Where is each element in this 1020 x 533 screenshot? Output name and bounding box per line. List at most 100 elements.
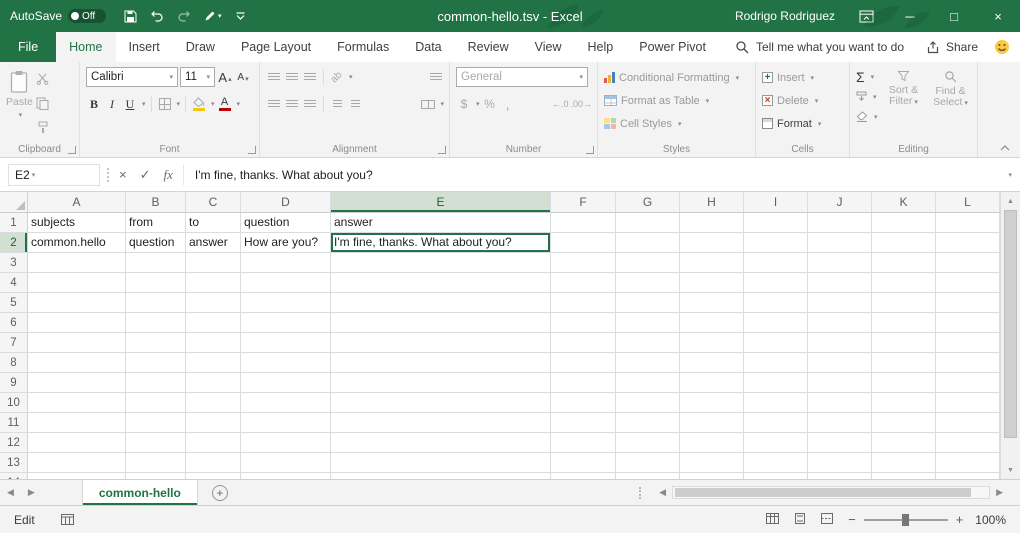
cell-A5[interactable] [28, 293, 126, 313]
next-sheet-button[interactable]: ▶ [21, 480, 42, 505]
cell-J10[interactable] [808, 393, 872, 413]
cell-F3[interactable] [551, 253, 616, 273]
cell-F13[interactable] [551, 453, 616, 473]
align-top-button[interactable] [266, 67, 282, 87]
cell-C10[interactable] [186, 393, 241, 413]
cell-E5[interactable] [331, 293, 551, 313]
column-header-J[interactable]: J [808, 192, 872, 212]
cell-H7[interactable] [680, 333, 744, 353]
cell-I3[interactable] [744, 253, 808, 273]
wrap-text-button[interactable] [428, 67, 444, 87]
row-header-5[interactable]: 5 [0, 293, 28, 313]
cell-I1[interactable] [744, 213, 808, 233]
cell-I5[interactable] [744, 293, 808, 313]
cell-B13[interactable] [126, 453, 186, 473]
cell-G7[interactable] [616, 333, 680, 353]
accounting-dropdown-icon[interactable] [474, 100, 480, 108]
fill-button[interactable] [856, 87, 878, 106]
cell-B12[interactable] [126, 433, 186, 453]
cell-D8[interactable] [241, 353, 331, 373]
cell-K5[interactable] [872, 293, 936, 313]
row-header-3[interactable]: 3 [0, 253, 28, 273]
scroll-left-icon[interactable]: ◀ [656, 487, 669, 498]
cell-F4[interactable] [551, 273, 616, 293]
orientation-button[interactable]: ab [329, 67, 345, 87]
customize-qat-button[interactable] [235, 12, 246, 21]
cell-A3[interactable] [28, 253, 126, 273]
zoom-slider-thumb[interactable] [902, 514, 909, 526]
vertical-scrollbar[interactable]: ▲ ▼ [1000, 192, 1020, 479]
cell-H11[interactable] [680, 413, 744, 433]
column-header-D[interactable]: D [241, 192, 331, 212]
tab-file[interactable]: File [0, 32, 56, 62]
cell-H3[interactable] [680, 253, 744, 273]
zoom-in-button[interactable]: + [956, 512, 964, 527]
fill-color-button[interactable] [191, 94, 207, 114]
align-bottom-button[interactable] [302, 67, 318, 87]
tab-data[interactable]: Data [402, 32, 454, 62]
row-header-12[interactable]: 12 [0, 433, 28, 453]
cell-I7[interactable] [744, 333, 808, 353]
accounting-format-button[interactable]: $ [456, 94, 472, 114]
cell-I6[interactable] [744, 313, 808, 333]
cell-E10[interactable] [331, 393, 551, 413]
cell-E8[interactable] [331, 353, 551, 373]
sort-filter-button[interactable]: Sort &Filter [883, 67, 925, 108]
format-cells-button[interactable]: Format [762, 113, 844, 134]
macro-record-button[interactable] [61, 514, 74, 525]
cell-F2[interactable] [551, 233, 616, 253]
zoom-level[interactable]: 100% [975, 513, 1006, 527]
cell-E7[interactable] [331, 333, 551, 353]
cell-C2[interactable]: answer [186, 233, 241, 253]
autosum-button[interactable]: Σ [856, 67, 878, 86]
cell-I4[interactable] [744, 273, 808, 293]
cell-F6[interactable] [551, 313, 616, 333]
insert-function-button[interactable]: fx [161, 167, 176, 183]
column-header-K[interactable]: K [872, 192, 936, 212]
cell-L4[interactable] [936, 273, 1000, 293]
user-name[interactable]: Rodrigo Rodriguez [735, 9, 835, 23]
number-dialog-launcher-icon[interactable] [586, 146, 594, 154]
fill-color-dropdown-icon[interactable] [209, 100, 215, 108]
zoom-slider[interactable] [864, 519, 948, 521]
cell-J8[interactable] [808, 353, 872, 373]
font-dialog-launcher-icon[interactable] [248, 146, 256, 154]
cell-C5[interactable] [186, 293, 241, 313]
cell-B7[interactable] [126, 333, 186, 353]
cell-I2[interactable] [744, 233, 808, 253]
cell-H9[interactable] [680, 373, 744, 393]
cell-F8[interactable] [551, 353, 616, 373]
tell-me-box[interactable]: Tell me what you want to do [735, 32, 904, 62]
new-sheet-button[interactable]: + [212, 485, 228, 501]
select-all-button[interactable] [0, 192, 28, 212]
cell-D5[interactable] [241, 293, 331, 313]
cell-I8[interactable] [744, 353, 808, 373]
cancel-button[interactable]: × [116, 167, 130, 182]
cell-B10[interactable] [126, 393, 186, 413]
tab-insert[interactable]: Insert [116, 32, 173, 62]
cell-D10[interactable] [241, 393, 331, 413]
align-center-button[interactable] [284, 94, 300, 114]
cell-H5[interactable] [680, 293, 744, 313]
page-layout-view-button[interactable] [794, 513, 806, 527]
previous-sheet-button[interactable]: ◀ [0, 480, 21, 505]
maximize-button[interactable]: □ [932, 0, 976, 32]
cell-J1[interactable] [808, 213, 872, 233]
formula-input[interactable]: I'm fine, thanks. What about you? [191, 168, 1000, 182]
tab-review[interactable]: Review [455, 32, 522, 62]
horizontal-scrollbar-track[interactable] [672, 486, 990, 499]
cell-L6[interactable] [936, 313, 1000, 333]
cell-A7[interactable] [28, 333, 126, 353]
cell-K6[interactable] [872, 313, 936, 333]
font-size-select[interactable]: 11 [180, 67, 215, 87]
row-header-8[interactable]: 8 [0, 353, 28, 373]
pen-mode-button[interactable] [204, 10, 222, 22]
cell-G8[interactable] [616, 353, 680, 373]
align-right-button[interactable] [302, 94, 318, 114]
page-break-preview-button[interactable] [821, 513, 833, 527]
column-header-F[interactable]: F [551, 192, 616, 212]
cell-C12[interactable] [186, 433, 241, 453]
cell-K7[interactable] [872, 333, 936, 353]
scroll-up-icon[interactable]: ▲ [1007, 195, 1014, 207]
cell-D4[interactable] [241, 273, 331, 293]
